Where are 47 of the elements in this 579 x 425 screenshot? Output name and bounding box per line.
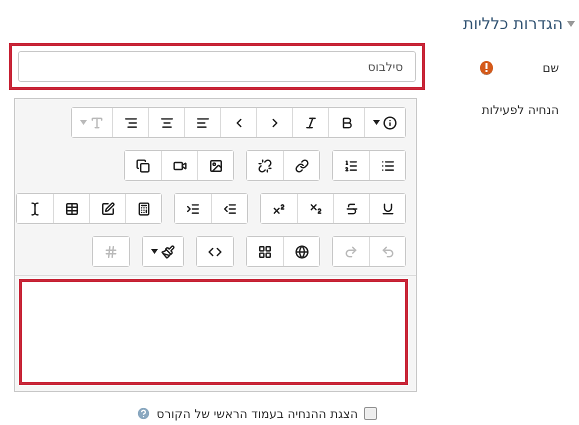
info-icon <box>383 116 397 130</box>
outdent-button[interactable] <box>211 194 247 223</box>
underline-icon <box>380 202 394 216</box>
superscript-icon <box>272 202 286 216</box>
underline-button[interactable] <box>369 194 405 223</box>
subscript-icon <box>308 202 322 216</box>
name-input-field[interactable]: סילבוס <box>18 51 416 82</box>
globe-button[interactable] <box>283 237 319 266</box>
dropdown-caret-icon <box>80 120 87 125</box>
files-icon <box>136 158 150 172</box>
section-title: הגדרות כלליות <box>463 14 563 33</box>
link-icon <box>294 158 308 172</box>
indent-icon <box>186 202 200 216</box>
edit-icon <box>100 202 114 216</box>
italic-icon <box>304 116 318 130</box>
info-button[interactable] <box>364 108 405 137</box>
grid-icon <box>258 244 272 258</box>
hash-icon <box>104 244 118 258</box>
table-icon <box>64 202 78 216</box>
undo-icon <box>380 244 394 258</box>
field-label: הנחיה לפעילות <box>482 103 559 117</box>
bullet-list-icon <box>380 158 394 172</box>
strikethrough-icon <box>344 202 358 216</box>
image-icon <box>208 158 222 172</box>
calculator-button[interactable] <box>125 194 161 223</box>
field-label: שם <box>542 61 559 75</box>
align-left-icon <box>196 116 210 130</box>
checkbox[interactable] <box>364 407 377 420</box>
font-size-icon <box>90 116 104 130</box>
align-right-icon <box>124 116 138 130</box>
outdent-icon <box>222 202 236 216</box>
dropdown-caret-icon <box>151 249 158 254</box>
checkbox-label: הצגת ההנחיה בעמוד הראשי של הקורס <box>156 406 358 420</box>
link-button[interactable] <box>283 151 319 180</box>
numbered-list-icon <box>344 158 358 172</box>
redo-icon <box>344 244 358 258</box>
editor-content-field[interactable] <box>19 279 408 385</box>
unlink-icon <box>258 158 272 172</box>
bullet-list-button[interactable] <box>369 151 405 180</box>
align-center-icon <box>160 116 174 130</box>
globe-icon <box>294 244 308 258</box>
calculator-icon <box>136 202 150 216</box>
brush-icon <box>161 244 175 258</box>
image-button[interactable] <box>197 151 233 180</box>
collapse-caret-icon[interactable] <box>567 20 575 26</box>
code-icon <box>208 244 222 258</box>
dropdown-caret-icon <box>373 120 380 125</box>
